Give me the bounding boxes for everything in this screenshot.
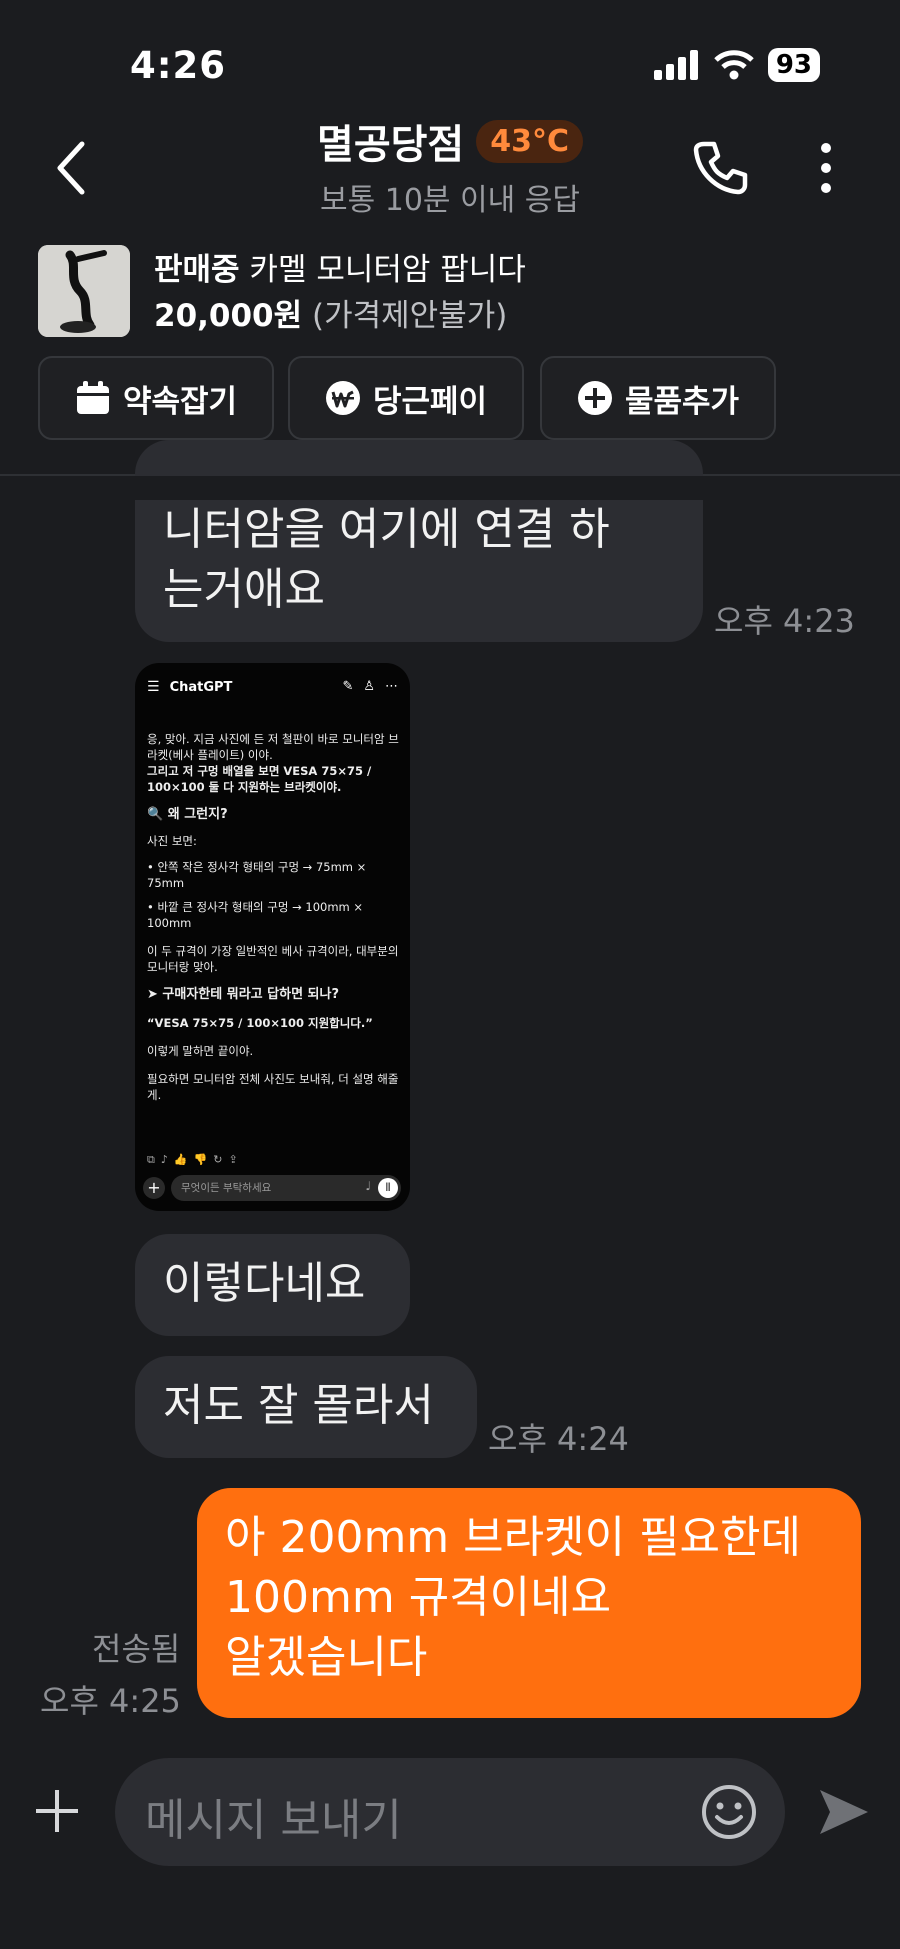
message-time: 오후 4:23 [714,602,855,640]
calendar-icon [76,381,109,414]
response-action-icons: ⧉♪👍👎↻⇪ [147,1153,244,1166]
chatgpt-plus-icon: + [143,1177,165,1199]
response-heading: 🔍 왜 그런지? [147,807,228,822]
sent-status: 전송됨 [92,1630,181,1668]
chatgpt-response: 응, 맞아. 지금 사진에 든 저 철판이 바로 모니터암 브라켓(베사 플레이… [147,731,399,1103]
message-text: 알겠습니다 [225,1632,428,1683]
image-message[interactable]: ☰ ChatGPT ✎ ♙ ⋯ 응, 맞아. 지금 사진에 든 저 철판이 바로… [135,663,410,1211]
response-paragraph: 이 두 규격이 가장 일반적인 베사 규격이라, 대부분의 모니터랑 맞아. [147,944,399,974]
product-title-line[interactable]: 판매중 카멜 모니터암 팝니다 [154,244,526,289]
schedule-label: 약속잡기 [122,383,238,420]
message-text: 아 200mm 브라켓이 필요한데 [225,1512,801,1563]
message-bubble-incoming[interactable]: 니터암을 여기에 연결 하 는거애요 [135,440,703,642]
message-text: 니터암을 여기에 연결 하 [163,504,610,555]
pay-button[interactable]: 당근페이 [288,356,524,440]
message-text: 100mm 규격이네요 [225,1572,612,1623]
response-paragraph: 응, 맞아. 지금 사진에 든 저 철판이 바로 모니터암 브라켓(베사 플레이… [147,732,399,762]
voice-icon: ⦀ [378,1178,398,1198]
battery-indicator: 93 [767,48,820,82]
message-bubble-incoming[interactable]: 이렇다네요 [135,1234,410,1336]
status-time: 4:26 [130,44,227,87]
message-text: 저도 잘 몰라서 [163,1380,434,1431]
response-bullet: • 안쪽 작은 정사각 형태의 구멍 → 75mm × 75mm [147,860,367,890]
chatgpt-header-icons: ✎ ♙ ⋯ [342,679,398,694]
add-item-button[interactable]: 물품추가 [540,356,776,440]
message-text: 이렇다네요 [163,1258,366,1309]
message-time: 오후 4:25 [40,1682,181,1720]
message-time: 오후 4:24 [488,1420,629,1458]
response-paragraph: 이렇게 말하면 끝이야. [147,1044,254,1058]
response-paragraph: 그리고 저 구멍 배열을 보면 VESA 75×75 / 100×100 둘 다… [147,764,372,794]
product-price: 20,000원 [154,298,303,334]
response-quote: “VESA 75×75 / 100×100 지원합니다.” [147,1016,373,1030]
wifi-icon [714,50,754,80]
response-paragraph: 사진 보면: [147,834,197,848]
menu-icon: ☰ [147,679,160,695]
product-thumbnail[interactable] [38,245,130,337]
seller-name[interactable]: 멸공당점 [317,112,464,170]
message-bubble-incoming[interactable]: 저도 잘 몰라서 [135,1356,477,1458]
chatgpt-header: ☰ ChatGPT [147,679,232,695]
pay-label: 당근페이 [372,383,488,420]
monitor-arm-image [38,245,130,337]
edit-icon: ✎ [342,679,354,694]
response-paragraph: 필요하면 모니터암 전체 사진도 보내줘, 더 설명 해줄게. [147,1072,399,1102]
status-icons: 93 [653,48,820,82]
plus-icon[interactable] [34,1788,80,1834]
chatgpt-input: 무엇이든 부탁하세요 ♩ ⦀ [171,1175,401,1201]
send-icon[interactable] [816,1784,872,1840]
plus-circle-icon [577,381,612,415]
product-price-line: 20,000원 (가격제안불가) [154,290,507,335]
manner-temperature-badge: 43°C [476,119,583,163]
more-options-icon[interactable] [818,142,834,194]
message-text: 는거애요 [163,564,325,615]
header-title-row: 멸공당점 43°C [0,112,900,170]
message-bubble-outgoing[interactable]: 아 200mm 브라켓이 필요한데 100mm 규격이네요 알겠습니다 [197,1488,861,1718]
sale-status: 판매중 [154,252,240,288]
schedule-button[interactable]: 약속잡기 [38,356,274,440]
phone-icon[interactable] [690,138,750,198]
add-item-label: 물품추가 [624,383,740,420]
chatgpt-title: ChatGPT [169,679,233,695]
user-add-icon: ♙ [363,679,375,694]
signal-icon [653,50,698,80]
scroll-clip-mask [0,476,900,500]
chatgpt-input-placeholder: 무엇이든 부탁하세요 [181,1182,272,1194]
message-input[interactable]: 메시지 보내기 [115,1758,785,1866]
won-coin-icon [325,381,360,415]
mic-icon: ♩ [365,1179,371,1193]
ellipsis-icon: ⋯ [385,679,398,694]
response-time: 보통 10분 이내 응답 [320,183,580,218]
response-bullet: • 바깥 큰 정사각 형태의 구멍 → 100mm × 100mm [147,900,364,930]
product-title: 카멜 모니터암 팝니다 [249,252,526,288]
emoji-icon[interactable] [701,1784,757,1840]
message-input-placeholder: 메시지 보내기 [145,1795,402,1846]
response-heading: ➤ 구매자한테 뭐라고 답하면 되나? [147,987,340,1002]
price-note: (가격제안불가) [312,298,508,334]
